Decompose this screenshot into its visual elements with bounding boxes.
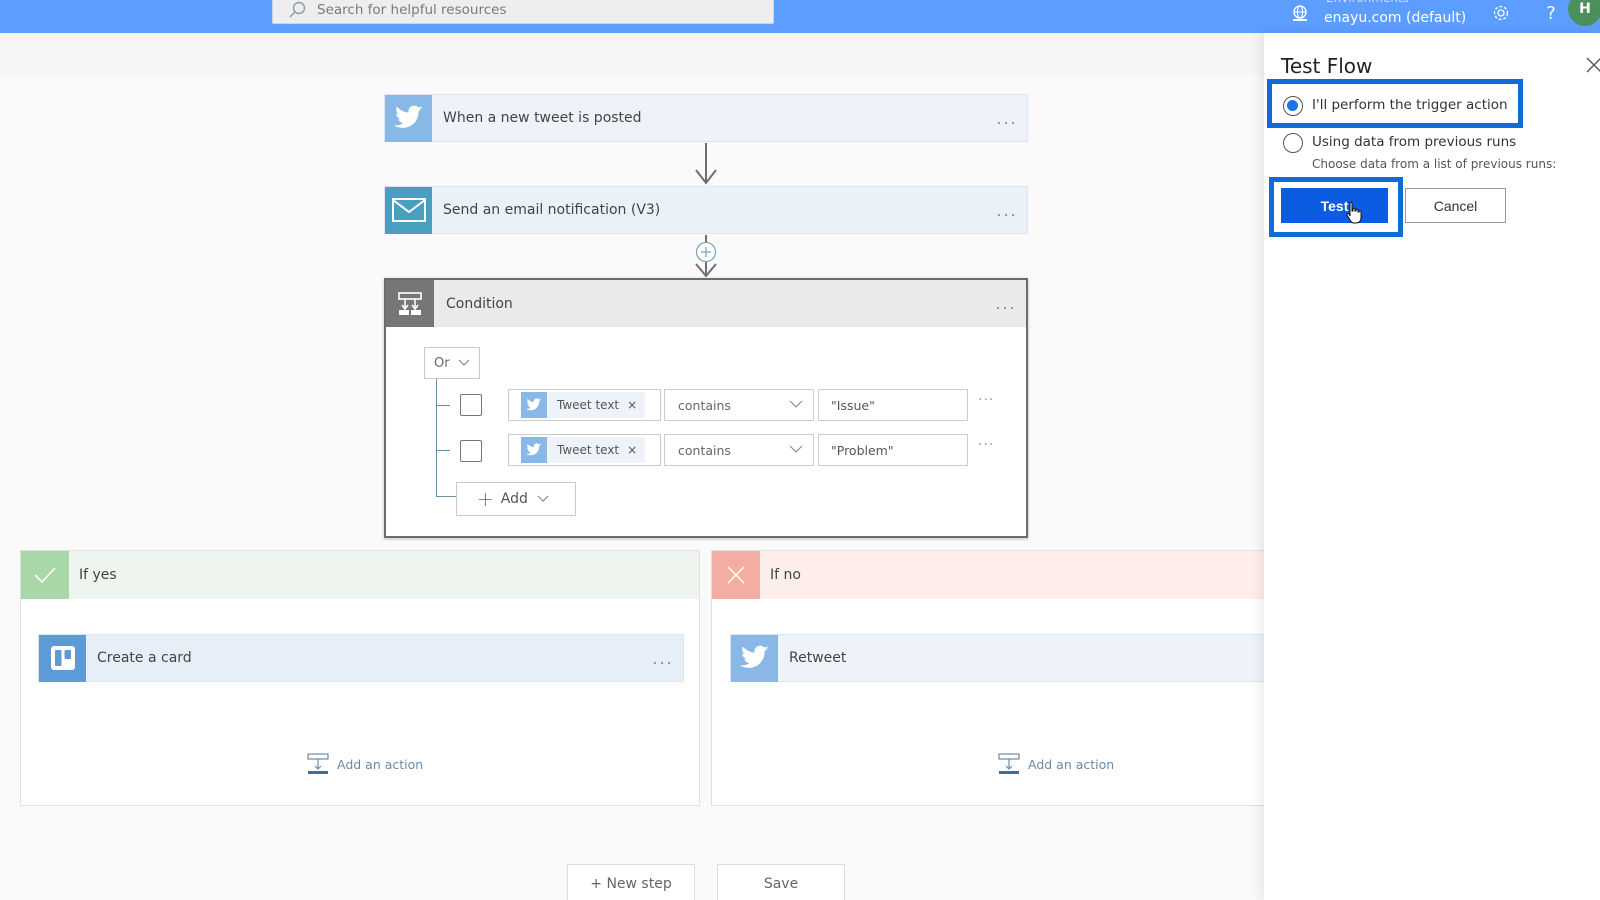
avatar-initial: H [1579,1,1591,17]
canvas-toolbar-band [0,33,1264,75]
tree-line [436,405,450,406]
condition-card: Condition ... Or Tweet text × contains ·… [384,278,1028,538]
arrow-down-icon [695,263,717,278]
retweet-action[interactable]: Retweet [730,634,1290,682]
email-step-more-button[interactable]: ... [987,201,1027,220]
token-label: Tweet text [557,398,620,412]
help-button[interactable]: ? [1538,0,1564,26]
trello-icon [39,634,86,682]
add-action-icon [998,753,1020,774]
create-card-more-button[interactable]: ... [643,649,683,668]
environment-label: Environments [1326,0,1409,5]
group-operator-value: Or [434,355,450,371]
if-no-title: If no [770,567,801,583]
if-no-add-action[interactable]: Add an action [998,753,1114,775]
email-step-title: Send an email notification (V3) [443,202,661,218]
avatar[interactable]: H [1568,0,1600,26]
email-step-card[interactable]: Send an email notification (V3) ... [384,186,1028,234]
test-flow-panel: Test Flow I'll perform the trigger actio… [1264,33,1600,900]
condition-title: Condition [446,295,513,312]
if-yes-title: If yes [79,567,117,583]
test-button[interactable]: Test [1281,188,1388,223]
condition-left-operand[interactable]: Tweet text × [508,389,661,421]
add-condition-button[interactable]: + Add [456,482,576,516]
group-operator-select[interactable]: Or [424,347,480,379]
top-bar: Environments enayu.com (default) ? H [0,0,1600,33]
insert-step-button[interactable] [695,241,717,263]
gear-icon [1493,5,1509,21]
operator-value: contains [678,442,731,458]
if-yes-header[interactable]: If yes [21,551,699,599]
plus-icon: + [477,487,494,511]
add-action-icon [307,753,329,774]
twitter-icon [731,634,778,682]
search-box[interactable] [272,0,774,24]
chevron-down-icon [789,445,803,453]
option-sub-label: Choose data from a list of previous runs… [1312,157,1557,171]
arrow-down-icon [695,169,717,185]
add-label: Add [500,491,528,507]
remove-token-icon[interactable]: × [627,443,637,457]
condition-operator-select[interactable]: contains [664,389,814,421]
dynamic-token: Tweet text × [521,437,646,463]
chevron-down-icon [458,359,470,366]
condition-header[interactable]: Condition ... [386,280,1026,327]
row-more-button[interactable]: ··· [978,437,994,453]
condition-more-button[interactable]: ... [986,294,1026,313]
condition-left-operand[interactable]: Tweet text × [508,434,661,466]
if-no-branch: If no Retweet Add an action [711,550,1290,806]
option-label: Using data from previous runs [1312,134,1517,150]
environment-name: enayu.com (default) [1324,9,1467,26]
option-label: I'll perform the trigger action [1312,97,1508,113]
condition-value-input[interactable] [818,389,968,421]
token-label: Tweet text [557,443,620,457]
operator-value: contains [678,397,731,413]
add-action-label: Add an action [337,756,424,772]
retweet-title: Retweet [789,650,847,666]
globe-icon [1293,4,1307,21]
close-panel-button[interactable] [1584,55,1600,75]
mail-icon [385,186,432,234]
environment-picker[interactable]: Environments enayu.com (default) [1290,0,1466,33]
tree-line [436,379,437,496]
tree-line [436,450,450,451]
twitter-icon [385,94,432,142]
create-card-action[interactable]: Create a card ... [38,634,684,682]
row-checkbox[interactable] [460,394,482,416]
dynamic-token: Tweet text × [521,392,646,418]
panel-title: Test Flow [1281,54,1373,78]
condition-icon [386,280,434,327]
new-step-button[interactable]: + New step [567,864,695,900]
row-checkbox[interactable] [460,440,482,462]
remove-token-icon[interactable]: × [627,398,637,412]
condition-value-input[interactable] [818,434,968,466]
help-icon: ? [1546,2,1556,24]
close-icon [712,551,760,599]
search-icon [289,1,306,18]
trigger-title: When a new tweet is posted [443,110,642,126]
twitter-icon [521,392,547,418]
twitter-icon [521,437,547,463]
search-input[interactable] [317,2,737,18]
hand-cursor-icon [1346,201,1362,224]
condition-operator-select[interactable]: contains [664,434,814,466]
chevron-down-icon [789,400,803,408]
trigger-more-button[interactable]: ... [987,109,1027,128]
chevron-down-icon [537,495,549,502]
create-card-title: Create a card [97,650,192,666]
radio-previous-runs[interactable] [1283,133,1303,153]
tree-line [436,496,458,497]
if-yes-add-action[interactable]: Add an action [307,753,423,775]
save-button[interactable]: Save [717,864,845,900]
cancel-button[interactable]: Cancel [1405,188,1506,223]
if-yes-branch: If yes Create a card ... Add an action [20,550,700,806]
radio-perform-trigger[interactable] [1283,96,1303,116]
if-no-header[interactable]: If no [712,551,1271,599]
row-more-button[interactable]: ··· [978,392,994,408]
trigger-card[interactable]: When a new tweet is posted ... [384,94,1028,142]
add-action-label: Add an action [1028,756,1115,772]
settings-button[interactable] [1488,0,1514,26]
check-icon [21,551,69,599]
